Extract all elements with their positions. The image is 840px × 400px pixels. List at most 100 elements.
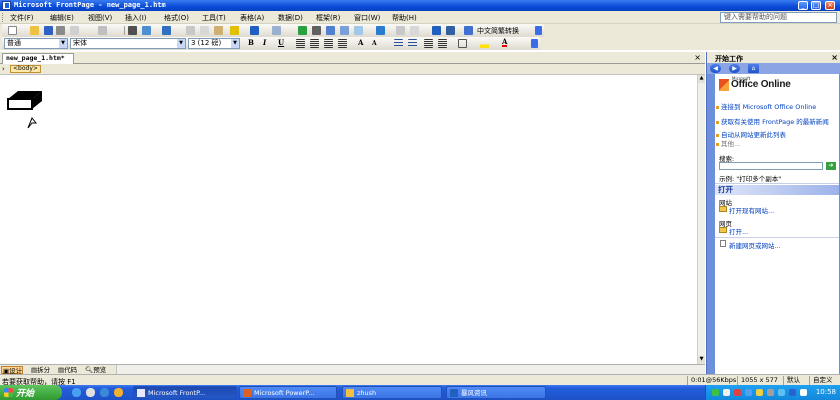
home-icon[interactable]: ⌂ bbox=[748, 64, 759, 73]
spelling-icon[interactable] bbox=[162, 26, 171, 35]
ie-icon[interactable] bbox=[72, 388, 81, 397]
help-search-input[interactable]: 键入需要帮助的问题 bbox=[720, 12, 837, 23]
menu-help[interactable]: 帮助(H) bbox=[392, 13, 417, 23]
close-button[interactable]: × bbox=[825, 1, 835, 10]
italic-icon[interactable]: I bbox=[263, 38, 266, 47]
insert-layer-icon[interactable] bbox=[326, 26, 335, 35]
frontpage-app-icon[interactable] bbox=[2, 1, 11, 10]
preview-icon[interactable] bbox=[142, 26, 151, 35]
task-pane-search-input[interactable] bbox=[719, 162, 823, 170]
body-tag[interactable]: <body> bbox=[10, 65, 41, 73]
font-color-icon[interactable]: A bbox=[502, 38, 508, 47]
task-zhush[interactable]: zhush bbox=[342, 386, 442, 399]
open-page-link[interactable]: 打开... bbox=[729, 226, 748, 236]
minimize-button[interactable]: _ bbox=[798, 1, 808, 10]
style-select[interactable]: 普通 ▼ bbox=[4, 38, 68, 49]
increase-indent-icon[interactable] bbox=[438, 39, 447, 48]
menu-insert[interactable]: 插入(I) bbox=[125, 13, 147, 23]
cut-icon[interactable] bbox=[186, 26, 195, 35]
search-go-icon[interactable]: ➜ bbox=[826, 162, 836, 170]
search-icon[interactable] bbox=[56, 26, 65, 35]
link-frontpage-news[interactable]: 获取有关使用 FrontPage 的最新新闻 bbox=[716, 119, 837, 126]
highlight-icon[interactable] bbox=[480, 39, 489, 48]
decrease-font-icon[interactable]: A bbox=[372, 40, 377, 47]
paste-icon[interactable] bbox=[214, 26, 223, 35]
menu-edit[interactable]: 编辑(E) bbox=[50, 13, 74, 23]
insert-picture-icon[interactable] bbox=[340, 26, 349, 35]
design-canvas[interactable] bbox=[0, 75, 698, 364]
custom-indicator[interactable]: 自定义 bbox=[809, 376, 833, 385]
hyperlink-icon[interactable] bbox=[376, 26, 385, 35]
volume-icon[interactable] bbox=[767, 389, 774, 396]
stop-icon[interactable] bbox=[410, 26, 419, 35]
tray-icon[interactable] bbox=[712, 389, 719, 396]
open-existing-site-link[interactable]: 打开现有网站... bbox=[729, 205, 774, 215]
open-folder-icon[interactable] bbox=[30, 26, 39, 35]
tray-icon[interactable] bbox=[800, 389, 807, 396]
tray-icon[interactable] bbox=[756, 389, 763, 396]
justify-icon[interactable] bbox=[338, 39, 347, 48]
menu-frames[interactable]: 框架(R) bbox=[316, 13, 340, 23]
tab-design[interactable]: ▣设计 bbox=[1, 366, 24, 375]
scroll-down-icon[interactable]: ▼ bbox=[698, 356, 705, 364]
clock[interactable]: 10:58 bbox=[816, 388, 836, 396]
web-component-icon[interactable] bbox=[298, 26, 307, 35]
save-icon[interactable] bbox=[44, 26, 53, 35]
scroll-up-icon[interactable]: ▲ bbox=[698, 75, 705, 83]
font-select[interactable]: 宋体 ▼ bbox=[70, 38, 186, 49]
task-powerpoint[interactable]: Microsoft PowerP... bbox=[239, 386, 337, 399]
copy-icon[interactable] bbox=[200, 26, 209, 35]
tray-icon[interactable] bbox=[734, 389, 741, 396]
task-frontpage[interactable]: Microsoft FrontP... bbox=[133, 386, 237, 399]
format-painter-icon[interactable] bbox=[230, 26, 239, 35]
link-more[interactable]: 其他... bbox=[716, 141, 837, 148]
menu-file[interactable]: 文件(F) bbox=[10, 13, 34, 23]
drawing-icon[interactable] bbox=[354, 26, 363, 35]
menu-data[interactable]: 数据(D) bbox=[278, 13, 303, 23]
insert-table-icon[interactable] bbox=[312, 26, 321, 35]
vertical-scrollbar[interactable]: ▲ ▼ bbox=[697, 75, 705, 364]
tab-new-page-1[interactable]: new_page_1.htm* bbox=[2, 53, 74, 64]
chevron-right-icon[interactable]: › bbox=[2, 65, 5, 73]
borders-icon[interactable] bbox=[458, 39, 467, 48]
size-select[interactable]: 3 (12 磅) ▼ bbox=[188, 38, 240, 49]
tab-preview[interactable]: 🔍︎预览 bbox=[84, 366, 106, 374]
link-auto-update[interactable]: 自动从网站更新此列表 bbox=[716, 132, 837, 139]
underline-icon[interactable]: U bbox=[278, 38, 284, 47]
bullets-icon[interactable] bbox=[408, 39, 417, 48]
quicklaunch-icon[interactable] bbox=[114, 388, 123, 397]
tray-icon[interactable] bbox=[745, 389, 752, 396]
menu-tools[interactable]: 工具(T) bbox=[202, 13, 226, 23]
align-right-icon[interactable] bbox=[324, 39, 333, 48]
close-icon[interactable]: × bbox=[831, 53, 838, 62]
toolbar-options-icon[interactable] bbox=[535, 26, 542, 35]
tray-icon[interactable] bbox=[778, 389, 785, 396]
decrease-indent-icon[interactable] bbox=[424, 39, 433, 48]
close-document-icon[interactable]: × bbox=[694, 53, 701, 62]
publish-icon[interactable] bbox=[70, 26, 79, 35]
quicklaunch-ie-icon[interactable] bbox=[100, 388, 109, 397]
bold-icon[interactable]: B bbox=[248, 38, 254, 47]
help-icon[interactable] bbox=[446, 26, 455, 35]
toolbar-options-icon[interactable] bbox=[531, 39, 538, 48]
toggle-pane-icon[interactable] bbox=[98, 26, 107, 35]
horizontal-scrollbar[interactable] bbox=[116, 365, 705, 374]
menu-window[interactable]: 窗口(W) bbox=[354, 13, 380, 23]
task-baofeng[interactable]: 暴风资讯 bbox=[446, 386, 546, 399]
menu-table[interactable]: 表格(A) bbox=[240, 13, 264, 23]
align-center-icon[interactable] bbox=[310, 39, 319, 48]
mode-indicator[interactable]: 默认 bbox=[783, 376, 800, 385]
forward-icon[interactable]: ▶ bbox=[729, 64, 740, 73]
new-page-icon[interactable] bbox=[8, 26, 17, 35]
chinese-convert-icon[interactable] bbox=[464, 26, 473, 35]
download-speed[interactable]: 0:01@56Kbps bbox=[687, 376, 736, 385]
show-all-icon[interactable] bbox=[432, 26, 441, 35]
tray-icon[interactable] bbox=[723, 389, 730, 396]
desktop-icon[interactable] bbox=[86, 388, 95, 397]
increase-font-icon[interactable]: A bbox=[358, 38, 363, 47]
align-left-icon[interactable] bbox=[296, 39, 305, 48]
menu-view[interactable]: 视图(V) bbox=[88, 13, 112, 23]
back-icon[interactable]: ◀ bbox=[710, 64, 721, 73]
new-page-or-site-link[interactable]: 新建网页或网站... bbox=[729, 240, 781, 250]
print-icon[interactable] bbox=[128, 26, 137, 35]
